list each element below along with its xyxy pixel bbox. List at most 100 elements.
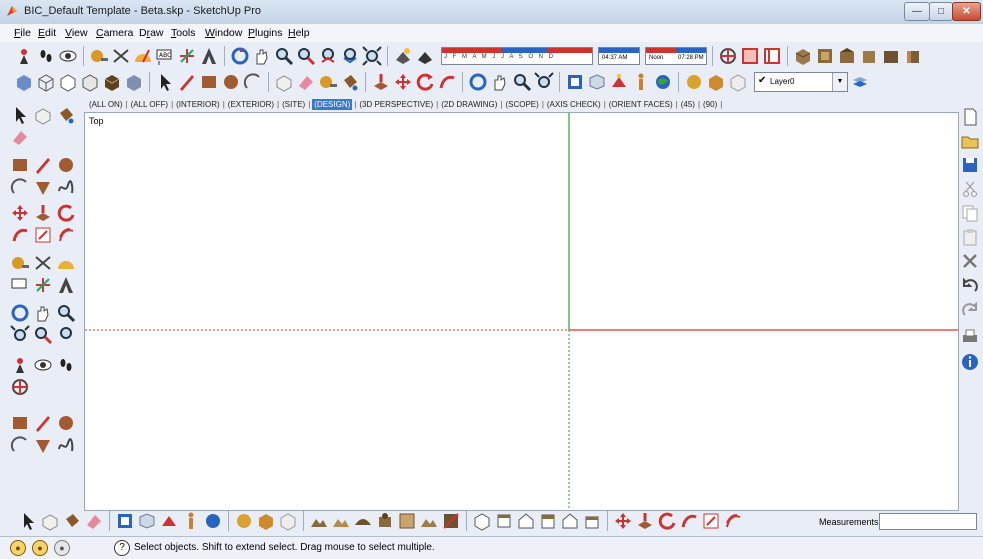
- dimension-icon[interactable]: [33, 253, 53, 273]
- push-pull-icon[interactable]: [371, 72, 391, 92]
- freehand-icon[interactable]: [56, 435, 76, 455]
- zoom-extents-icon[interactable]: [10, 325, 30, 345]
- zoom-extents-icon-2[interactable]: [534, 72, 554, 92]
- rectangle-icon[interactable]: [199, 72, 219, 92]
- section-plane-icon[interactable]: [10, 377, 30, 397]
- layer-manager-icon[interactable]: [850, 72, 870, 92]
- follow-me-icon[interactable]: [437, 72, 457, 92]
- display-section-cuts-icon[interactable]: [762, 46, 782, 66]
- make-component-icon[interactable]: [33, 105, 53, 125]
- next-view-icon[interactable]: [340, 46, 360, 66]
- zoom-icon[interactable]: [56, 303, 76, 323]
- delete-x-icon[interactable]: [960, 251, 980, 271]
- display-section-planes-icon[interactable]: [740, 46, 760, 66]
- arc-icon[interactable]: [10, 435, 30, 455]
- shaded-textures-style-icon[interactable]: [102, 72, 122, 92]
- menu-tools[interactable]: Tools: [171, 27, 196, 39]
- help-icon[interactable]: ?: [114, 540, 130, 556]
- wireframe-style-icon[interactable]: [36, 72, 56, 92]
- menu-window[interactable]: Window: [205, 27, 242, 39]
- display-shadows-icon[interactable]: [393, 46, 413, 66]
- geo-location-icon[interactable]: ●: [10, 540, 26, 556]
- tape-measure-icon-2[interactable]: [318, 72, 338, 92]
- arc-icon[interactable]: [10, 177, 30, 197]
- model-info-icon[interactable]: [960, 352, 980, 372]
- terrain-icon[interactable]: [309, 511, 329, 531]
- pan-hand-icon[interactable]: [33, 303, 53, 323]
- follow-me-icon[interactable]: [10, 225, 30, 245]
- get-models-icon[interactable]: [565, 72, 585, 92]
- position-camera-icon[interactable]: [10, 355, 30, 375]
- dynamic-components-icon[interactable]: [278, 511, 298, 531]
- footprints-walk-icon[interactable]: [56, 355, 76, 375]
- paint-bucket-icon[interactable]: [340, 72, 360, 92]
- globe-icon[interactable]: [203, 511, 223, 531]
- push-pull-icon[interactable]: [33, 203, 53, 223]
- protractor-icon[interactable]: [133, 46, 153, 66]
- paste-icon[interactable]: [960, 227, 980, 247]
- minimize-button[interactable]: —: [904, 2, 930, 21]
- right-view-icon[interactable]: [538, 511, 558, 531]
- offset-icon[interactable]: [723, 511, 743, 531]
- position-camera-icon[interactable]: [14, 46, 34, 66]
- top-view-icon[interactable]: [815, 46, 835, 66]
- scene-tab-all-on[interactable]: (ALL ON): [88, 100, 124, 109]
- 3d-text-icon[interactable]: [56, 275, 76, 295]
- push-pull-icon[interactable]: [635, 511, 655, 531]
- new-document-icon[interactable]: [960, 107, 980, 127]
- previous-view-icon[interactable]: [56, 325, 76, 345]
- globe-icon[interactable]: [653, 72, 673, 92]
- arc-icon[interactable]: [243, 72, 263, 92]
- tape-measure-icon[interactable]: [10, 253, 30, 273]
- measurements-input[interactable]: [879, 513, 977, 530]
- orbit-icon-2[interactable]: [468, 72, 488, 92]
- redo-icon[interactable]: [960, 299, 980, 319]
- scene-tab-all-off[interactable]: (ALL OFF): [130, 100, 169, 109]
- paint-bucket-icon[interactable]: [62, 511, 82, 531]
- footprints-walk-icon[interactable]: [36, 46, 56, 66]
- left-view-icon[interactable]: [903, 46, 923, 66]
- share-model-icon[interactable]: [137, 511, 157, 531]
- paint-bucket-icon[interactable]: [56, 105, 76, 125]
- move-icon[interactable]: [10, 203, 30, 223]
- xray-style-icon[interactable]: [14, 72, 34, 92]
- components-icon[interactable]: [256, 511, 276, 531]
- rectangle-icon[interactable]: [10, 413, 30, 433]
- layer-dropdown[interactable]: ✔ Layer0 ▼: [754, 72, 848, 92]
- cut-scissors-icon[interactable]: [960, 179, 980, 199]
- menu-file[interactable]: File: [14, 27, 31, 39]
- components-icon[interactable]: [706, 72, 726, 92]
- move-icon[interactable]: [393, 72, 413, 92]
- share-model-icon[interactable]: [587, 72, 607, 92]
- make-component-icon[interactable]: [40, 511, 60, 531]
- menu-edit[interactable]: Edit: [38, 27, 56, 39]
- scene-tab-exterior[interactable]: (EXTERIOR): [227, 100, 275, 109]
- figure-icon[interactable]: [631, 72, 651, 92]
- circle-icon[interactable]: [56, 413, 76, 433]
- eraser-icon[interactable]: [296, 72, 316, 92]
- open-folder-icon[interactable]: [960, 131, 980, 151]
- left-view-icon[interactable]: [582, 511, 602, 531]
- front-view-icon[interactable]: [837, 46, 857, 66]
- scene-tab-45[interactable]: (45): [680, 100, 696, 109]
- save-disk-icon[interactable]: [960, 155, 980, 175]
- axes-icon[interactable]: [33, 275, 53, 295]
- scale-icon[interactable]: [701, 511, 721, 531]
- menu-camera[interactable]: Camera: [96, 27, 133, 39]
- flip-edge-icon[interactable]: [441, 511, 461, 531]
- line-pencil-icon[interactable]: [33, 155, 53, 175]
- scene-tab-axis-check[interactable]: (AXIS CHECK): [546, 100, 602, 109]
- orbit-icon[interactable]: [10, 303, 30, 323]
- move-icon[interactable]: [613, 511, 633, 531]
- axes-icon[interactable]: [177, 46, 197, 66]
- offset-icon[interactable]: [56, 225, 76, 245]
- close-button[interactable]: ✕: [952, 2, 981, 21]
- get-models-icon[interactable]: [115, 511, 135, 531]
- scene-tab-interior[interactable]: (INTERIOR): [175, 100, 221, 109]
- dynamic-components-icon[interactable]: [728, 72, 748, 92]
- scene-tab-90[interactable]: (90): [702, 100, 718, 109]
- tape-measure-icon[interactable]: [89, 46, 109, 66]
- shadow-month-slider[interactable]: J F M A M J J A S O N D: [441, 47, 593, 65]
- rotate-icon[interactable]: [415, 72, 435, 92]
- shaded-style-icon[interactable]: [80, 72, 100, 92]
